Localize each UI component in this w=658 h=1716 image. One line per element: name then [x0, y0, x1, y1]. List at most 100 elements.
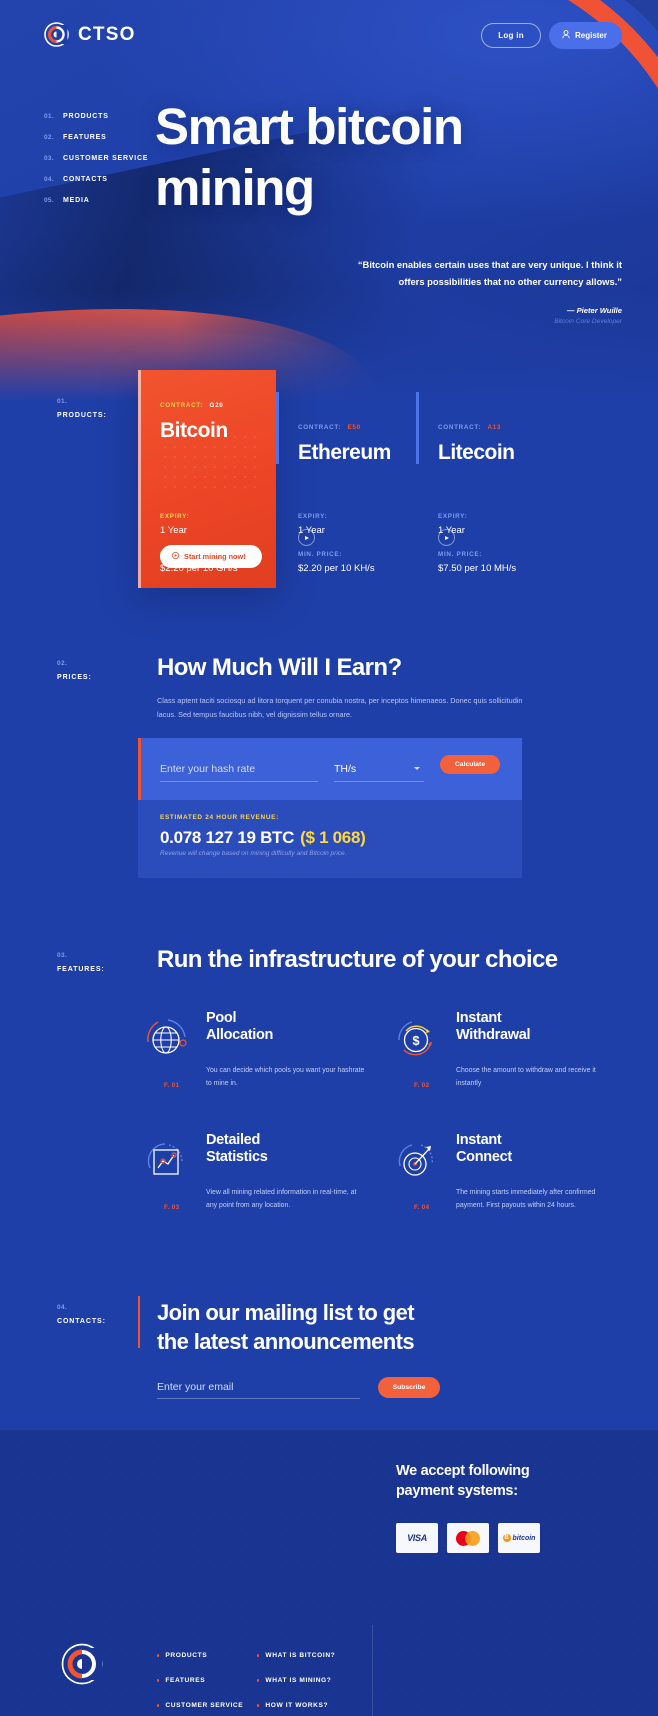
price-field: MIN. PRICE: $7.50 per 10 MH/s	[438, 551, 534, 574]
sidebar-item-customer-service[interactable]: 03. CUSTOMER SERVICE	[44, 155, 148, 162]
user-add-icon	[562, 30, 570, 41]
section-number: 04.	[57, 1304, 68, 1311]
hash-rate-input[interactable]	[160, 756, 318, 782]
unit-select[interactable]: TH/s	[334, 756, 424, 782]
product-cards: CONTRACT: G20 Bitcoin EXPIRY: 1 Year MIN…	[138, 370, 620, 588]
section-name: CONTACTS:	[57, 1318, 106, 1325]
contract-label: CONTRACT:	[160, 402, 204, 409]
calculator-heading: How Much Will I Earn?	[157, 654, 402, 681]
footer-link-label: WHAT IS MINING?	[265, 1677, 332, 1684]
product-name: Litecoin	[438, 441, 515, 464]
payments-title-line2: payment systems:	[396, 1483, 518, 1499]
nav-number: 05.	[44, 197, 54, 204]
feature-card-instant-withdrawal[interactable]: $ Instant Withdrawal F. 02 Choose the am…	[388, 1010, 616, 1090]
brand-logo[interactable]: CTSO	[44, 22, 136, 47]
brand-name: CTSO	[78, 23, 136, 45]
calculate-button[interactable]: Calculate	[440, 755, 500, 774]
sidebar-item-media[interactable]: 05. MEDIA	[44, 197, 148, 204]
start-mining-button[interactable]: Start mining now!	[160, 545, 262, 568]
play-button-ethereum[interactable]	[298, 529, 315, 546]
product-card-bitcoin[interactable]: CONTRACT: G20 Bitcoin EXPIRY: 1 Year MIN…	[138, 370, 276, 588]
register-label: Register	[574, 31, 607, 40]
contract-row: CONTRACT: A13	[438, 424, 534, 431]
play-button-litecoin[interactable]	[438, 529, 455, 546]
payment-card-list: VISA B bitcoin	[396, 1523, 540, 1553]
min-price-label: MIN. PRICE:	[298, 551, 343, 558]
sidebar-item-contacts[interactable]: 04. CONTACTS	[44, 176, 148, 183]
features-section-label: 03. FEATURES:	[57, 952, 105, 973]
section-number: 02.	[57, 660, 68, 667]
feature-title-line2: Withdrawal	[456, 1027, 531, 1043]
email-field[interactable]	[157, 1375, 360, 1399]
card-accent-bar	[416, 392, 419, 464]
bitcoin-icon: B bitcoin	[502, 1534, 536, 1542]
feature-description: Choose the amount to withdraw and receiv…	[456, 1067, 596, 1087]
prices-section-label: 02. PRICES:	[57, 660, 92, 681]
features-heading: Run the infrastructure of your choice	[157, 946, 558, 973]
features-grid: Pool Allocation F. 01 You can decide whi…	[138, 1010, 618, 1254]
hero-title-line1: Smart bitcoin	[155, 98, 464, 155]
footer-logo-icon[interactable]	[61, 1643, 103, 1685]
mailing-heading-line2: the latest announcements	[157, 1329, 415, 1354]
feature-title: Instant Connect	[456, 1132, 616, 1166]
feature-title-line2: Statistics	[206, 1149, 268, 1165]
feature-title-line1: Detailed	[206, 1132, 261, 1148]
landing-page: CTSO Log in Register 01. PRODUCTS 02. FE…	[0, 0, 658, 1716]
play-icon	[445, 535, 450, 540]
product-card-ethereum[interactable]: CONTRACT: E50 Ethereum EXPIRY: 1 Year MI…	[276, 392, 416, 574]
mastercard-icon	[456, 1530, 480, 1546]
feature-description: View all mining related information in r…	[206, 1189, 357, 1209]
visa-icon: VISA	[407, 1533, 427, 1543]
target-arrow-icon	[388, 1132, 444, 1188]
page-title: Smart bitcoin mining	[155, 96, 464, 218]
payment-method-visa[interactable]: VISA	[396, 1523, 438, 1553]
price-field: MIN. PRICE: $2.20 per 10 KH/s	[298, 551, 394, 574]
sidebar-item-features[interactable]: 02. FEATURES	[44, 134, 148, 141]
site-header: CTSO Log in Register	[0, 22, 658, 62]
feature-card-pool-allocation[interactable]: Pool Allocation F. 01 You can decide whi…	[138, 1010, 366, 1090]
payment-systems: We accept following payment systems: VIS…	[396, 1461, 540, 1553]
register-button[interactable]: Register	[548, 22, 622, 49]
bullet-icon	[157, 1704, 160, 1707]
main-navigation: 01. PRODUCTS 02. FEATURES 03. CUSTOMER S…	[44, 113, 148, 218]
footer-link-how-it-works[interactable]: HOW IT WORKS?	[257, 1702, 335, 1709]
feature-title-line1: Pool	[206, 1010, 237, 1026]
auth-actions: Log in Register	[481, 22, 622, 49]
product-card-litecoin[interactable]: CONTRACT: A13 Litecoin EXPIRY: 1 Year MI…	[416, 392, 556, 574]
min-price-value: $7.50 per 10 MH/s	[438, 563, 517, 574]
feature-title-line1: Instant	[456, 1010, 502, 1026]
nav-label: CONTACTS	[63, 176, 108, 183]
chevron-down-icon	[414, 767, 420, 770]
footer-column-secondary: WHAT IS BITCOIN? WHAT IS MINING? HOW IT …	[257, 1652, 335, 1716]
contract-label: CONTRACT:	[438, 424, 482, 431]
payment-method-bitcoin[interactable]: B bitcoin	[498, 1523, 540, 1553]
feature-number: F. 01	[164, 1082, 180, 1089]
result-usd: ($ 1 068)	[300, 828, 366, 847]
feature-card-detailed-statistics[interactable]: Detailed Statistics F. 03 View all minin…	[138, 1132, 366, 1212]
footer-link-customer-service[interactable]: CUSTOMER SERVICE	[157, 1702, 243, 1709]
globe-icon	[138, 1010, 194, 1066]
footer-link-features[interactable]: FEATURES	[157, 1677, 243, 1684]
feature-card-instant-connect[interactable]: Instant Connect F. 04 The mining starts …	[388, 1132, 616, 1212]
section-name: FEATURES:	[57, 966, 105, 973]
product-name: Ethereum	[298, 441, 391, 464]
site-footer: PRODUCTS FEATURES CUSTOMER SERVICE MEDIA…	[0, 1430, 658, 1716]
footer-link-products[interactable]: PRODUCTS	[157, 1652, 243, 1659]
contract-row: CONTRACT: E50	[298, 424, 394, 431]
payments-title-line1: We accept following	[396, 1463, 530, 1479]
login-button[interactable]: Log in	[481, 23, 541, 48]
payment-method-mastercard[interactable]	[447, 1523, 489, 1553]
subscribe-button[interactable]: Subscribe	[378, 1377, 440, 1398]
footer-link-what-is-mining[interactable]: WHAT IS MINING?	[257, 1677, 335, 1684]
expiry-label: EXPIRY:	[298, 513, 328, 520]
result-label: ESTIMATED 24 HOUR REVENUE:	[160, 814, 279, 821]
nav-number: 01.	[44, 113, 54, 120]
nav-number: 04.	[44, 176, 54, 183]
expiry-label: EXPIRY:	[160, 513, 190, 520]
expiry-field: EXPIRY: 1 Year	[160, 513, 254, 536]
contacts-section-label: 04. CONTACTS:	[57, 1304, 106, 1325]
sidebar-item-products[interactable]: 01. PRODUCTS	[44, 113, 148, 120]
contract-row: CONTRACT: G20	[160, 402, 254, 409]
footer-link-what-is-bitcoin[interactable]: WHAT IS BITCOIN?	[257, 1652, 335, 1659]
play-icon	[305, 535, 310, 540]
